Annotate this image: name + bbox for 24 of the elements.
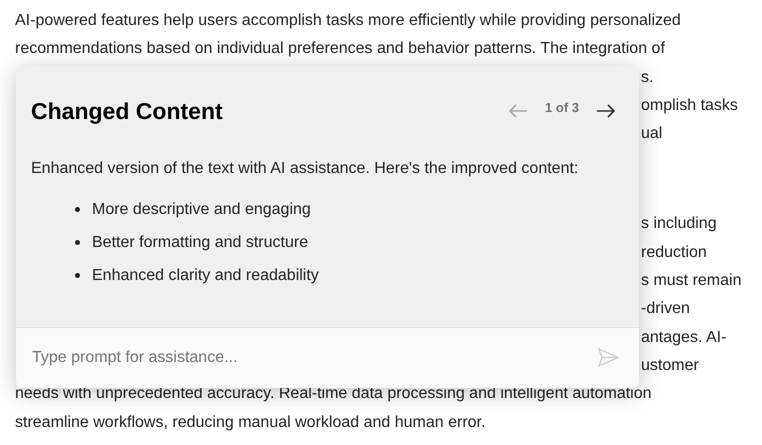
bullet-text: Better formatting and structure: [92, 232, 308, 252]
send-icon[interactable]: [598, 348, 619, 367]
body-text: antages. AI-: [641, 328, 726, 346]
body-text: s must remain: [641, 272, 742, 290]
body-text: reduction: [641, 244, 707, 261]
bullet-text: More descriptive and engaging: [92, 200, 311, 220]
bullet-icon: [75, 273, 80, 278]
intro-text: Enhanced version of the text with AI assistance. Here's the improved content:: [30, 159, 580, 179]
prompt-field[interactable]: Type prompt for assistance...: [16, 328, 639, 388]
body-text: -driven: [641, 300, 690, 318]
bullet-icon: [75, 240, 80, 245]
bullet-text: Enhanced clarity and readability: [92, 266, 319, 286]
body-text: recommendations based on individual preferences and behavior patterns. The integration of: [15, 40, 665, 58]
body-text: ustomer: [641, 356, 699, 374]
body-text: streamline workflows, reducing manual workload and human error.: [15, 414, 486, 431]
bullet-icon: [75, 207, 80, 212]
body-text: s.: [641, 68, 654, 86]
body-text: AI-powered features help users accomplish tasks more efficiently while providing personalized: [15, 12, 681, 29]
body-text: ual: [641, 125, 662, 142]
body-text: s including: [641, 215, 717, 232]
body-text: needs with unprecedented accuracy. Real-time data processing and intelligent automation: [15, 385, 652, 402]
page-counter: 1 of 3: [545, 99, 579, 118]
popup-title: Changed Content: [31, 97, 223, 126]
body-text: omplish tasks: [641, 96, 738, 114]
